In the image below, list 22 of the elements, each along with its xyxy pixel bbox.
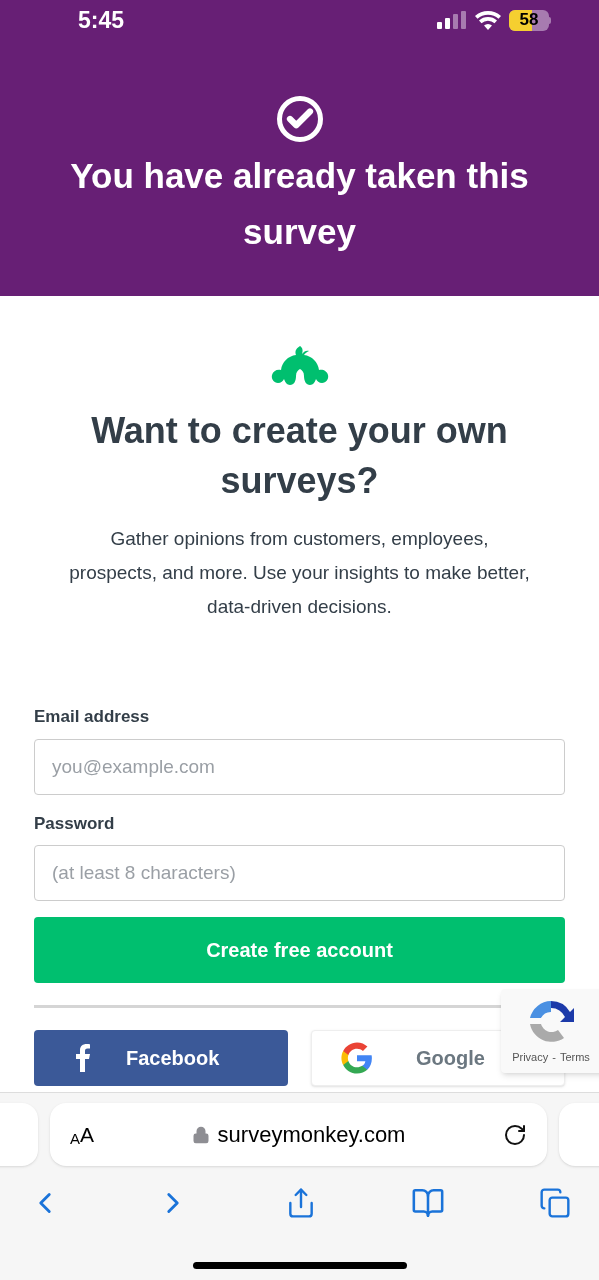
text-field[interactable]: (at least 8 characters) (34, 845, 565, 901)
field-label: Email address (34, 706, 151, 728)
reload-icon[interactable] (503, 1122, 527, 1147)
promo-heading: Want to create your own surveys? (90, 409, 509, 503)
text-field[interactable]: you@example.com (34, 738, 565, 795)
google-icon (340, 1041, 374, 1075)
separator-text: - (552, 1050, 556, 1065)
tabs-icon[interactable] (539, 1187, 571, 1219)
facebook-button[interactable]: Facebook (34, 1030, 288, 1086)
signal-icon (437, 11, 467, 29)
monkey-logo-icon (270, 346, 329, 388)
header-title: You have already taken this survey (69, 155, 530, 253)
status-time: 5:45 (78, 5, 125, 35)
field-label: Password (34, 812, 116, 835)
bookmarks-icon[interactable] (410, 1186, 445, 1220)
battery-indicator: 58 (509, 9, 549, 31)
lock-icon (191, 1125, 210, 1144)
facebook-icon (76, 1044, 90, 1072)
promo-text: Gather opinions from customers, employees, prospects, and more. Use your insights to make better, data-driven decisions. (68, 527, 531, 619)
privacy-link[interactable]: Privacy (512, 1049, 549, 1066)
url-text: surveymonkey.com (217, 1121, 406, 1149)
wifi-icon (475, 10, 501, 30)
